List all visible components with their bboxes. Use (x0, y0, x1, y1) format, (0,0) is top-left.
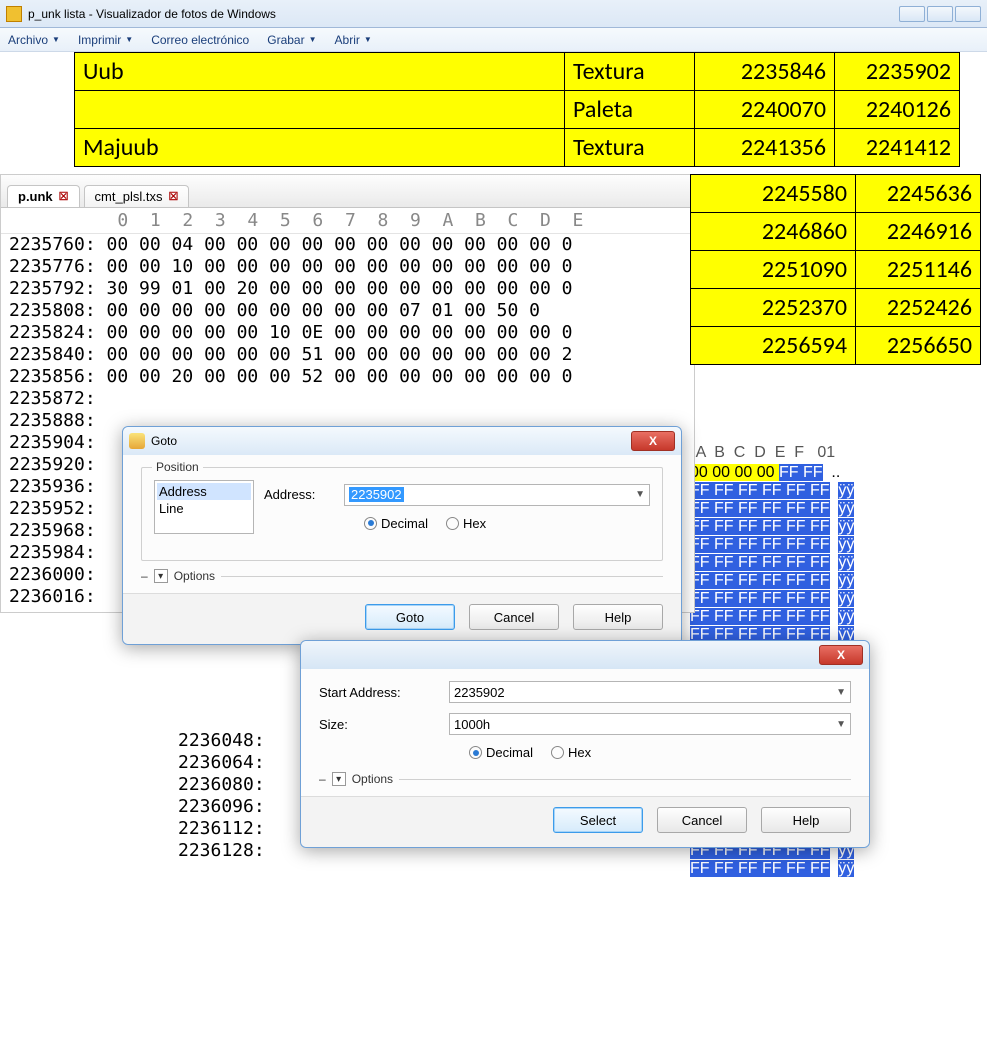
maximize-button[interactable] (927, 6, 953, 22)
position-group: Position Address Line Address: 2235902 ▼ (141, 467, 663, 561)
position-type-list[interactable]: Address Line (154, 480, 254, 534)
spreadsheet-tail: 22455802245636 22468602246916 2251090225… (690, 174, 981, 365)
window-buttons (899, 6, 981, 22)
chevron-down-icon: ▼ (309, 35, 317, 44)
goto-button[interactable]: Goto (365, 604, 455, 630)
expand-icon[interactable]: ▾ (154, 569, 168, 583)
address-input[interactable]: 2235902 ▼ (344, 484, 650, 506)
close-icon[interactable]: X (819, 645, 863, 665)
address-label: Address: (264, 487, 334, 502)
goto-dialog: Goto X Position Address Line Address: 22… (122, 426, 682, 645)
menu-grabar[interactable]: Grabar▼ (267, 33, 316, 47)
expand-icon[interactable]: ▾ (332, 772, 346, 786)
app-icon (6, 6, 22, 22)
select-dialog: X Start Address: 2235902 ▼ Size: 1000h ▼… (300, 640, 870, 848)
chevron-down-icon[interactable]: ▼ (836, 719, 846, 730)
hex-tabs: p.unk☒ cmt_plsl.txs☒ (1, 175, 694, 207)
menu-correo[interactable]: Correo electrónico (151, 33, 249, 47)
chevron-down-icon: ▼ (125, 35, 133, 44)
dialog-titlebar[interactable]: X (301, 641, 869, 669)
close-icon[interactable]: ☒ (168, 190, 178, 203)
start-address-label: Start Address: (319, 685, 439, 700)
options-expander[interactable]: – ▾ Options (141, 569, 663, 583)
minimize-button[interactable] (899, 6, 925, 22)
dialog-titlebar[interactable]: Goto X (123, 427, 681, 455)
radio-hex[interactable]: Hex (551, 745, 591, 760)
spreadsheet-table: Uub Textura 2235846 2235902 Paleta 22400… (74, 52, 960, 167)
table-row[interactable]: Uub Textura 2235846 2235902 (75, 53, 960, 91)
cancel-button[interactable]: Cancel (657, 807, 747, 833)
titlebar: p_unk lista - Visualizador de fotos de W… (0, 0, 987, 28)
radio-decimal[interactable]: Decimal (364, 516, 428, 531)
radio-decimal[interactable]: Decimal (469, 745, 533, 760)
start-address-input[interactable]: 2235902 ▼ (449, 681, 851, 703)
chevron-down-icon: ▼ (52, 35, 60, 44)
chevron-down-icon[interactable]: ▼ (836, 687, 846, 698)
table-row[interactable]: 22565942256650 (691, 327, 981, 365)
menubar: Archivo▼ Imprimir▼ Correo electrónico Gr… (0, 28, 987, 52)
size-label: Size: (319, 717, 439, 732)
dialog-title: Goto (151, 434, 177, 448)
table-row[interactable]: Majuub Textura 2241356 2241412 (75, 129, 960, 167)
menu-abrir[interactable]: Abrir▼ (335, 33, 372, 47)
help-button[interactable]: Help (573, 604, 663, 630)
tab-cmt[interactable]: cmt_plsl.txs☒ (84, 185, 190, 207)
goto-icon (129, 433, 145, 449)
table-row[interactable]: 22468602246916 (691, 213, 981, 251)
close-icon[interactable]: ☒ (59, 190, 69, 203)
close-icon[interactable]: X (631, 431, 675, 451)
table-row[interactable]: Paleta 2240070 2240126 (75, 91, 960, 129)
radio-hex[interactable]: Hex (446, 516, 486, 531)
options-expander[interactable]: – ▾ Options (319, 772, 851, 786)
group-legend: Position (152, 460, 203, 474)
chevron-down-icon[interactable]: ▼ (635, 489, 645, 500)
chevron-down-icon: ▼ (364, 35, 372, 44)
ascii-columns: A B C D E F 01 (690, 440, 983, 464)
window-title: p_unk lista - Visualizador de fotos de W… (28, 7, 276, 21)
cancel-button[interactable]: Cancel (469, 604, 559, 630)
menu-imprimir[interactable]: Imprimir▼ (78, 33, 133, 47)
size-input[interactable]: 1000h ▼ (449, 713, 851, 735)
table-row[interactable]: 22455802245636 (691, 175, 981, 213)
menu-archivo[interactable]: Archivo▼ (8, 33, 60, 47)
help-button[interactable]: Help (761, 807, 851, 833)
select-button[interactable]: Select (553, 807, 643, 833)
tab-punk[interactable]: p.unk☒ (7, 185, 80, 207)
table-row[interactable]: 22510902251146 (691, 251, 981, 289)
close-button[interactable] (955, 6, 981, 22)
table-row[interactable]: 22523702252426 (691, 289, 981, 327)
hex-column-header: 0 1 2 3 4 5 6 7 8 9 A B C D E (1, 207, 694, 234)
